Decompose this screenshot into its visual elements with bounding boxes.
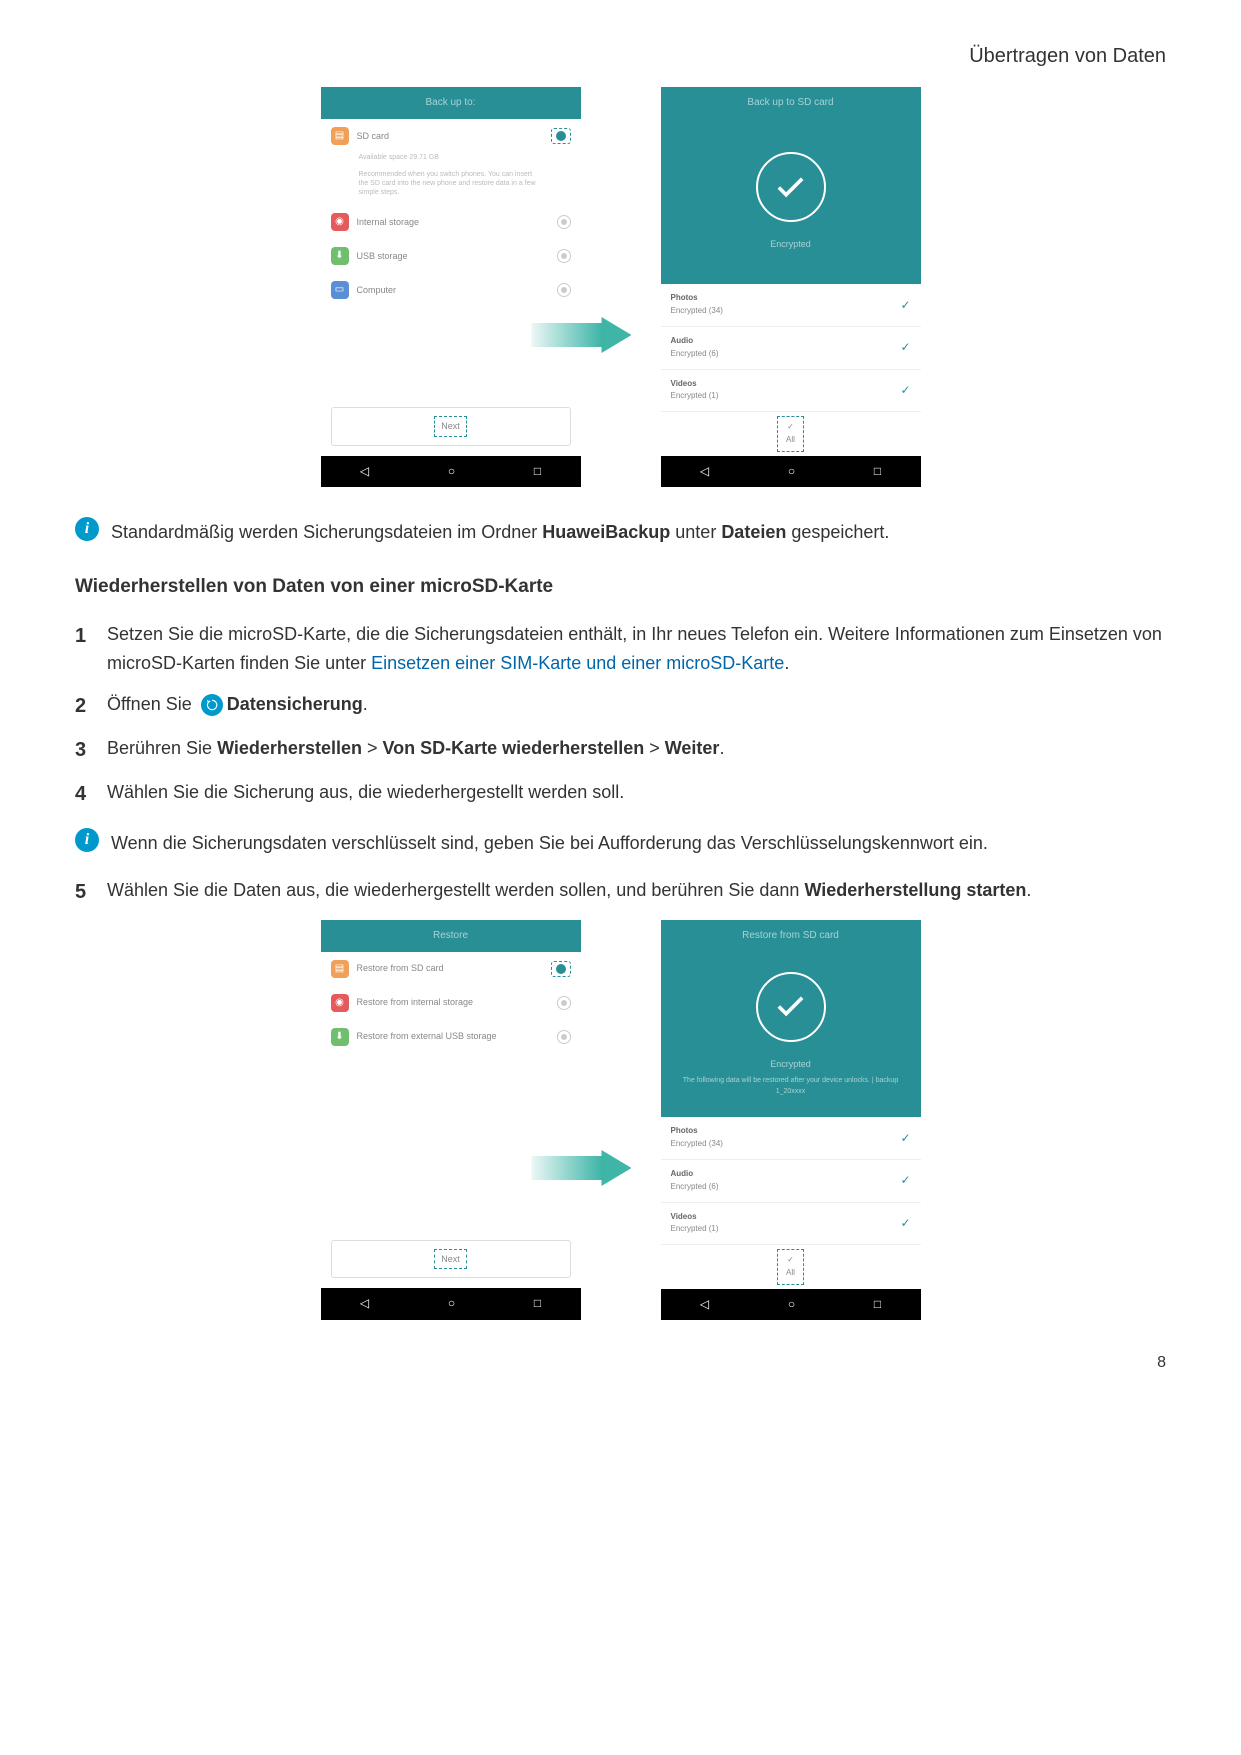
- link-sim-microsd[interactable]: Einsetzen einer SIM-Karte und einer micr…: [371, 653, 784, 673]
- computer-icon: ▭: [331, 281, 349, 299]
- radio-selected: [551, 128, 571, 144]
- list-item: PhotosEncrypted (34) ✓: [661, 284, 921, 327]
- option-sd: ▤ Restore from SD card: [321, 952, 581, 986]
- radio: [557, 215, 571, 229]
- option-computer: ▭ Computer: [321, 273, 581, 307]
- step-5: 5 Wählen Sie die Daten aus, die wiederhe…: [75, 876, 1166, 908]
- nav-bar: ◁○□: [661, 1289, 921, 1320]
- sd-icon: ▤: [331, 960, 349, 978]
- step-2: 2 Öffnen Sie Datensicherung.: [75, 690, 1166, 722]
- check-icon: ✓: [900, 381, 910, 400]
- nav-bar: ◁○□: [661, 456, 921, 487]
- option-internal: ◉ Restore from internal storage: [321, 986, 581, 1020]
- list-item: AudioEncrypted (6) ✓: [661, 327, 921, 370]
- option-desc2: Recommended when you switch phones. You …: [321, 170, 581, 205]
- check-icon: ✓: [900, 1171, 910, 1190]
- radio: [557, 1030, 571, 1044]
- step-number: 4: [75, 778, 95, 810]
- radio-selected: [551, 961, 571, 977]
- info-note-2: i Wenn die Sicherungsdaten verschlüsselt…: [75, 828, 1166, 858]
- select-all: ✓All: [661, 412, 921, 456]
- phone-header: Back up to SD card: [661, 87, 921, 119]
- check-circle-icon: [756, 152, 826, 222]
- radio: [557, 996, 571, 1010]
- option-internal: ◉ Internal storage: [321, 205, 581, 239]
- list-item: VideosEncrypted (1) ✓: [661, 370, 921, 413]
- step-number: 5: [75, 876, 95, 908]
- arrow-icon: [601, 317, 631, 353]
- next-button: Next: [331, 1240, 571, 1278]
- step-number: 1: [75, 620, 95, 652]
- screenshot-pair-1: Back up to: ▤ SD card Available space 29…: [75, 87, 1166, 487]
- radio: [557, 249, 571, 263]
- step-3: 3 Berühren Sie Wiederherstellen > Von SD…: [75, 734, 1166, 766]
- option-sd: ▤ SD card: [321, 119, 581, 153]
- next-button: Next: [331, 407, 571, 445]
- usb-icon: ⬇: [331, 247, 349, 265]
- step-number: 2: [75, 690, 95, 722]
- radio: [557, 283, 571, 297]
- phone-left-1: Back up to: ▤ SD card Available space 29…: [321, 87, 581, 487]
- step-number: 3: [75, 734, 95, 766]
- phone-right-1: Back up to SD card Encrypted PhotosEncry…: [661, 87, 921, 487]
- backup-app-icon: [201, 694, 223, 716]
- page-header: Übertragen von Daten: [75, 40, 1166, 72]
- list-item: AudioEncrypted (6) ✓: [661, 1160, 921, 1203]
- phone-right-2: Restore from SD card Encrypted The follo…: [661, 920, 921, 1320]
- option-desc1: Available space 29.71 GB: [321, 153, 581, 170]
- check-icon: ✓: [900, 1214, 910, 1233]
- option-usb: ⬇ USB storage: [321, 239, 581, 273]
- nav-bar: ◁○□: [321, 456, 581, 487]
- list-item: VideosEncrypted (1) ✓: [661, 1203, 921, 1246]
- option-usb: ⬇ Restore from external USB storage: [321, 1020, 581, 1054]
- check-circle-icon: [756, 972, 826, 1042]
- sd-icon: ▤: [331, 127, 349, 145]
- info-icon: i: [75, 517, 99, 541]
- list-item: PhotosEncrypted (34) ✓: [661, 1117, 921, 1160]
- phone-header: Restore: [321, 920, 581, 952]
- check-icon: ✓: [900, 296, 910, 315]
- info-icon: i: [75, 828, 99, 852]
- nav-bar: ◁○□: [321, 1288, 581, 1319]
- page-number: 8: [75, 1350, 1166, 1376]
- phone-header: Restore from SD card: [661, 920, 921, 952]
- select-all: ✓All: [661, 1245, 921, 1289]
- arrow-icon: [601, 1150, 631, 1186]
- step-1: 1 Setzen Sie die microSD-Karte, die die …: [75, 620, 1166, 678]
- section-heading: Wiederherstellen von Daten von einer mic…: [75, 572, 1166, 602]
- step-4: 4 Wählen Sie die Sicherung aus, die wied…: [75, 778, 1166, 810]
- screenshot-pair-2: Restore ▤ Restore from SD card ◉ Restore…: [75, 920, 1166, 1320]
- check-icon: ✓: [900, 1129, 910, 1148]
- check-icon: ✓: [900, 338, 910, 357]
- internal-icon: ◉: [331, 213, 349, 231]
- internal-icon: ◉: [331, 994, 349, 1012]
- phone-header: Back up to:: [321, 87, 581, 119]
- phone-left-2: Restore ▤ Restore from SD card ◉ Restore…: [321, 920, 581, 1320]
- info-note-1: i Standardmäßig werden Sicherungsdateien…: [75, 517, 1166, 547]
- usb-icon: ⬇: [331, 1028, 349, 1046]
